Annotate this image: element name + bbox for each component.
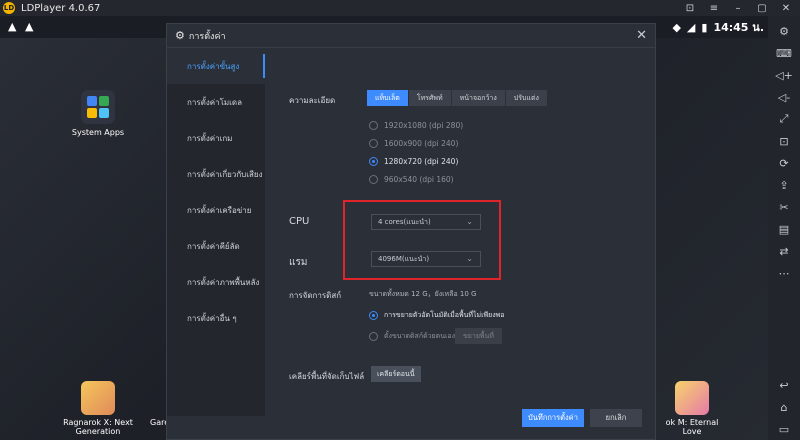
resolution-option[interactable]: 1600x900 (dpi 240) [369, 139, 458, 148]
tab-phone[interactable]: โทรศัพท์ [408, 90, 452, 106]
gear-icon[interactable]: ⚙ [768, 20, 800, 42]
dialog-footer: บันทึกการตั้งค่า ยกเลิก [265, 409, 655, 440]
volume-up-icon[interactable]: ◁+ [768, 64, 800, 86]
app-title: LDPlayer 4.0.67 [21, 2, 101, 14]
radio-button-checked[interactable] [369, 157, 378, 166]
dialog-header: ⚙ การตั้งค่า ✕ [167, 24, 655, 48]
disk-option-auto[interactable]: การขยายตัวอัตโนมัติเมื่อพื้นที่ไม่เพียงพ… [369, 310, 504, 321]
sync-icon[interactable]: ⇄ [768, 240, 800, 262]
resolution-label: ความละเอียด [289, 96, 336, 105]
dialog-title: การตั้งค่า [188, 31, 226, 42]
disk-option-manual[interactable]: ตั้งขนาดดิสก์ด้วยตนเอง [369, 331, 455, 342]
warning-icon: ▲ [8, 20, 17, 33]
wifi-icon: ◆ [672, 20, 681, 34]
recent-apps-icon[interactable]: ▭ [768, 418, 800, 440]
gamepad-icon[interactable]: ⊡ [684, 3, 696, 14]
home-icon[interactable]: ⌂ [768, 396, 800, 418]
sidebar-item-sound[interactable]: การตั้งค่าเกี่ยวกับเสียง [167, 156, 265, 192]
tab-widescreen[interactable]: หน้าจอกว้าง [451, 90, 506, 106]
resolution-option[interactable]: 960x540 (dpi 160) [369, 175, 454, 184]
eternal-love-icon [675, 381, 709, 415]
more-icon[interactable]: ⋯ [768, 262, 800, 284]
clock: 14:45 น. [713, 21, 764, 34]
system-apps-shortcut[interactable]: System Apps [70, 90, 126, 137]
settings-sidebar: การตั้งค่าขั้นสูง การตั้งค่าโมเดล การตั้… [167, 48, 265, 416]
sidebar-item-wallpaper[interactable]: การตั้งค่าภาพพื้นหลัง [167, 264, 265, 300]
sidebar-item-shortcuts[interactable]: การตั้งค่าคีย์ลัด [167, 228, 265, 264]
gear-icon: ⚙ [175, 29, 185, 42]
menu-icon[interactable]: ≡ [708, 3, 720, 14]
back-icon[interactable]: ↩ [768, 374, 800, 396]
radio-button[interactable] [369, 121, 378, 130]
save-button[interactable]: บันทึกการตั้งค่า [522, 409, 584, 427]
ram-select[interactable]: 4096M(แนะนำ) ⌄ [371, 251, 481, 267]
fullscreen-icon[interactable]: ⤢ [768, 108, 800, 130]
radio-button[interactable] [369, 139, 378, 148]
sidebar-item-advanced[interactable]: การตั้งค่าขั้นสูง [167, 48, 265, 84]
sidebar-item-network[interactable]: การตั้งค่าเครือข่าย [167, 192, 265, 228]
ragnarok-x-icon [81, 381, 115, 415]
resolution-option[interactable]: 1920x1080 (dpi 280) [369, 121, 463, 130]
keyboard-icon[interactable]: ⌨ [768, 42, 800, 64]
warning-icon-2: ▲ [25, 20, 34, 33]
radio-button[interactable] [369, 332, 378, 341]
radio-button-checked[interactable] [369, 311, 378, 320]
minimize-icon[interactable]: – [732, 3, 744, 14]
sidebar-item-other[interactable]: การตั้งค่าอื่น ๆ [167, 300, 265, 336]
eternal-love-shortcut[interactable]: ok M: Eternal Love [657, 381, 727, 436]
ram-label: แรม [289, 257, 308, 268]
settings-dialog: ⚙ การตั้งค่า ✕ การตั้งค่าขั้นสูง การตั้ง… [166, 23, 656, 440]
window-controls: ⊡ ≡ – ▢ ✕ [684, 0, 800, 16]
highlight-box [343, 200, 501, 280]
ldplayer-logo: LD [3, 2, 15, 14]
sidebar-item-model[interactable]: การตั้งค่าโมเดล [167, 84, 265, 120]
expand-disk-button[interactable]: ขยายพื้นที่ [455, 328, 502, 344]
battery-icon: ▮ [701, 20, 708, 34]
disk-management-label: การจัดการดิสก์ [289, 291, 342, 300]
cache-label: เคลียร์พื้นที่จัดเก็บไฟล์ [289, 372, 365, 381]
chevron-down-icon: ⌄ [466, 217, 473, 226]
cpu-select[interactable]: 4 cores(แนะนำ) ⌄ [371, 214, 481, 230]
resolution-option-selected[interactable]: 1280x720 (dpi 240) [369, 157, 458, 166]
sidebar-item-game[interactable]: การตั้งค่าเกม [167, 120, 265, 156]
scissors-icon[interactable]: ✂ [768, 196, 800, 218]
tab-custom[interactable]: ปรับแต่ง [505, 90, 548, 106]
resolution-tabs: แท็บเล็ต โทรศัพท์ หน้าจอกว้าง ปรับแต่ง [367, 90, 548, 106]
close-icon[interactable]: ✕ [636, 28, 647, 43]
close-window-icon[interactable]: ✕ [780, 3, 792, 14]
rotate-icon[interactable]: ⟳ [768, 152, 800, 174]
settings-content: ความละเอียด แท็บเล็ต โทรศัพท์ หน้าจอกว้า… [265, 48, 655, 416]
chevron-down-icon: ⌄ [466, 254, 473, 263]
signal-off-icon: ◢ [686, 20, 696, 34]
shared-folder-icon[interactable]: ▤ [768, 218, 800, 240]
install-apk-icon[interactable]: ⇪ [768, 174, 800, 196]
maximize-icon[interactable]: ▢ [756, 3, 768, 14]
emulator-toolbar: ⚙ ⌨ ◁+ ◁- ⤢ ⊡ ⟳ ⇪ ✂ ▤ ⇄ ⋯ ↩ ⌂ ▭ [768, 16, 800, 440]
system-apps-icon [81, 90, 115, 124]
radio-button[interactable] [369, 175, 378, 184]
clear-cache-button[interactable]: เคลียร์ตอนนี้ [371, 366, 421, 382]
volume-down-icon[interactable]: ◁- [768, 86, 800, 108]
screenshot-icon[interactable]: ⊡ [768, 130, 800, 152]
emulator-titlebar: LD LDPlayer 4.0.67 ⊡ ≡ – ▢ ✕ [0, 0, 800, 16]
disk-info: ขนาดทั้งหมด 12 G，ยังเหลือ 10 G [369, 290, 477, 298]
ragnarok-x-shortcut[interactable]: Ragnarok X: Next Generation [62, 381, 134, 436]
cpu-label: CPU [289, 216, 310, 227]
tab-tablet[interactable]: แท็บเล็ต [367, 90, 409, 106]
cancel-button[interactable]: ยกเลิก [590, 409, 642, 427]
